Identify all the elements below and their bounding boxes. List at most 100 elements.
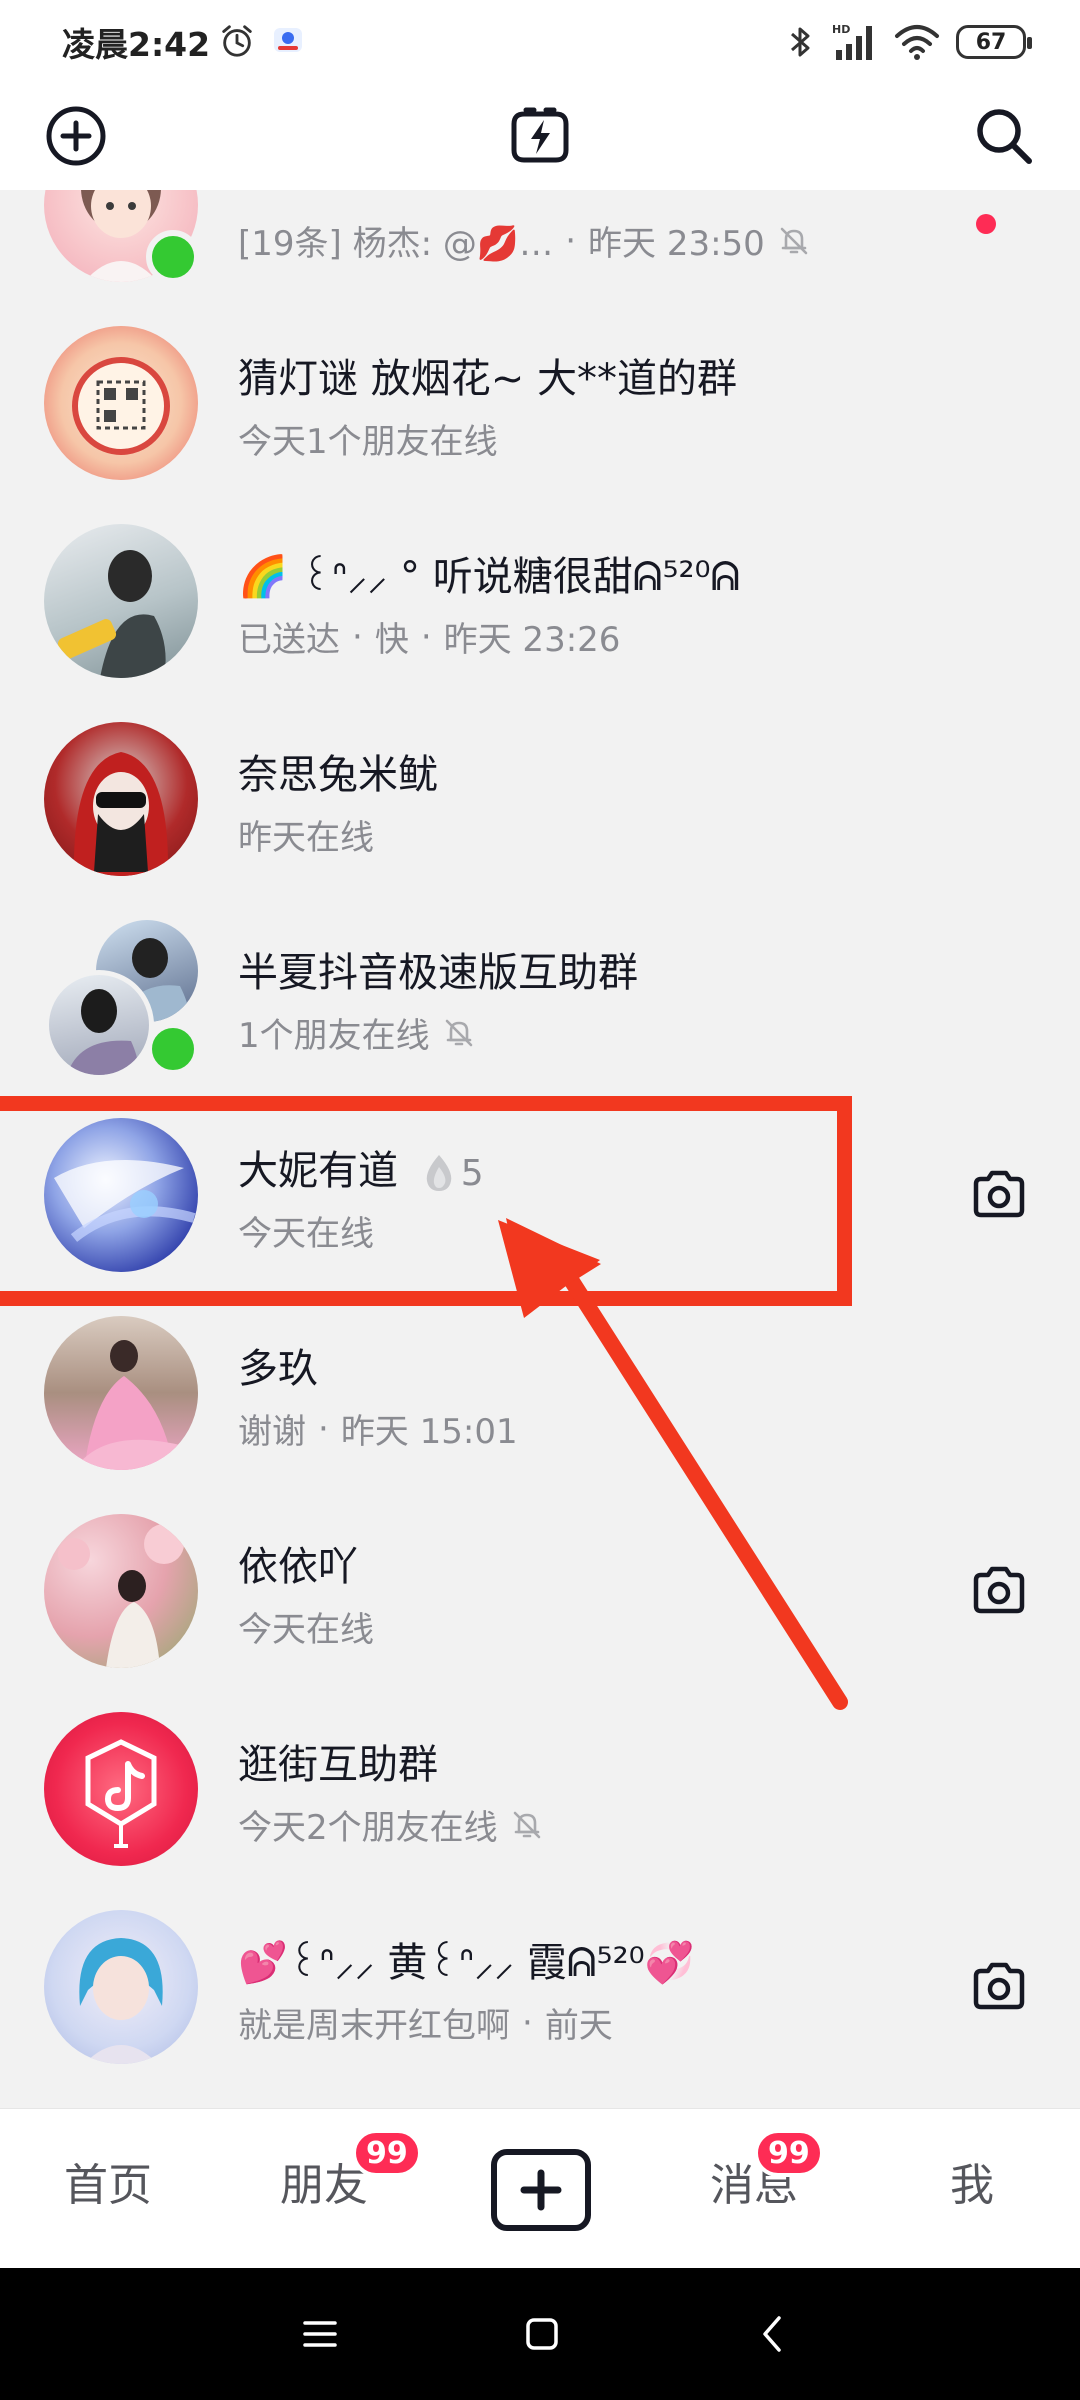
chat-name: 半夏抖音极速版互助群	[238, 950, 638, 996]
chat-row[interactable]: 💕꒰ᐢ⸝⸝ 黄꒰ᐢ⸝⸝ 霞ᕱ⁵²⁰💞 就是周末开红包啊 · 前天	[0, 1888, 1080, 2086]
status-bar: 凌晨2:42 HD 67	[0, 0, 1080, 84]
chat-time: 昨天 23:50	[588, 224, 765, 264]
chat-subtitle: 就是周末开红包啊 · 前天	[238, 1998, 613, 2047]
chat-name: 逛街互助群	[238, 1742, 438, 1788]
chat-preview: 今天1个朋友在线	[238, 422, 498, 462]
chat-row[interactable]	[0, 2086, 1080, 2108]
chat-status: 已送达	[238, 620, 340, 660]
tab-messages[interactable]: 消息 99	[710, 2129, 824, 2213]
chat-row[interactable]: 依依吖 今天在线	[0, 1492, 1080, 1690]
avatar	[44, 326, 198, 480]
spark-flame-icon	[426, 1155, 451, 1191]
create-button[interactable]	[491, 2149, 591, 2231]
douyin-group-avatar	[85, 1739, 157, 1848]
avatar-photo	[73, 752, 169, 876]
battery-indicator: 67	[956, 25, 1032, 59]
chat-name: 🌈 ꒰ᐢ⸝⸝ ° 听说糖很甜ᕱ⁵²⁰ᕱ	[238, 554, 741, 600]
spark-count: 5	[460, 1152, 484, 1194]
chat-list[interactable]: [19条] 杨杰: @💋… · 昨天 23:50 猜灯谜 放烟花~ 大**道的群…	[0, 190, 1080, 2108]
add-friend-button[interactable]	[36, 96, 116, 176]
status-indicators: HD 67	[786, 20, 1032, 64]
camera-icon[interactable]	[966, 1558, 1032, 1624]
mute-bell-icon	[445, 1019, 472, 1046]
online-indicator	[146, 1022, 200, 1076]
system-nav-bar	[0, 2268, 1080, 2400]
camera-icon[interactable]	[966, 1162, 1032, 1228]
avatar	[44, 1316, 198, 1470]
avatar-photo	[58, 1524, 184, 1668]
back-chevron-icon	[763, 2316, 781, 2352]
avatar-photo	[57, 550, 166, 678]
avatar	[44, 722, 198, 876]
chat-name: 依依吖	[238, 1544, 358, 1590]
chat-name: 猜灯谜 放烟花~ 大**道的群	[238, 356, 737, 402]
avatar	[44, 1118, 198, 1272]
avatar	[44, 1910, 198, 2064]
chat-subtitle: 1个朋友在线	[238, 1008, 476, 1057]
avatar-anime	[54, 1160, 196, 1242]
friends-badge: 99	[352, 2129, 422, 2177]
home-square-icon	[526, 2318, 558, 2350]
chat-preview: 今天2个朋友在线	[238, 1808, 498, 1848]
tab-me[interactable]: 我	[950, 2149, 994, 2213]
chat-name-text: 大妮有道	[238, 1148, 398, 1194]
chat-subtitle: 今天在线	[238, 1602, 374, 1651]
screen: 凌晨2:42 HD 67 [19条] 杨杰: @💋… · 昨天 23:50 猜灯…	[0, 0, 1080, 2400]
signal-icon: HD	[832, 23, 872, 60]
chat-row-highlighted[interactable]: 大妮有道 5 今天在线	[0, 1096, 1080, 1294]
bottom-tab-bar: 首页 朋友 99 消息 99 我	[0, 2108, 1080, 2268]
camera-icon[interactable]	[966, 1954, 1032, 2020]
chat-subtitle: 今天1个朋友在线	[238, 414, 498, 463]
tab-friends[interactable]: 朋友 99	[280, 2129, 422, 2213]
search-button[interactable]	[964, 96, 1044, 176]
group-avatar-primary	[44, 970, 154, 1080]
avatar-photo	[79, 1938, 163, 2064]
group-qr-avatar	[72, 357, 170, 455]
mute-bell-icon	[513, 1811, 540, 1838]
unread-dot	[976, 214, 996, 234]
chat-preview: [19条] 杨杰: @💋…	[238, 224, 554, 264]
chat-row[interactable]: 奈思兔米鱿 昨天在线	[0, 700, 1080, 898]
chat-time: 昨天 23:26	[443, 620, 621, 660]
plus-icon	[520, 2169, 562, 2211]
wifi-icon	[895, 25, 939, 60]
top-nav	[0, 84, 1080, 190]
status-time: 凌晨2:42	[62, 25, 211, 64]
tab-friends-label: 朋友	[280, 2160, 368, 2211]
chat-preview: 1个朋友在线	[238, 1016, 430, 1056]
flash-chat-button[interactable]	[500, 96, 580, 176]
chat-time: 昨天 15:01	[340, 1412, 518, 1452]
chat-subtitle: 今天2个朋友在线	[238, 1800, 544, 1849]
chat-row[interactable]: 逛街互助群 今天2个朋友在线	[0, 1690, 1080, 1888]
avatar	[44, 1514, 198, 1668]
mute-bell-icon	[780, 227, 808, 254]
chat-row[interactable]: 🌈 ꒰ᐢ⸝⸝ ° 听说糖很甜ᕱ⁵²⁰ᕱ 已送达 · 快 · 昨天 23:26	[0, 502, 1080, 700]
battery-level: 67	[975, 29, 1007, 55]
flash-chat-icon	[511, 107, 569, 163]
chat-preview: 快	[374, 620, 409, 660]
alarm-icon	[222, 25, 252, 57]
menu-icon	[303, 2321, 337, 2347]
spark-streak: 5	[423, 1153, 484, 1194]
chat-subtitle: [19条] 杨杰: @💋… · 昨天 23:50	[238, 216, 811, 265]
chat-preview: 就是周末开红包啊	[238, 2006, 510, 2046]
home-button[interactable]	[512, 2304, 572, 2364]
back-button[interactable]	[742, 2304, 802, 2364]
plus-circle-icon	[46, 106, 106, 166]
chat-name: 💕꒰ᐢ⸝⸝ 黄꒰ᐢ⸝⸝ 霞ᕱ⁵²⁰💞	[238, 1940, 695, 1986]
chat-preview: 今天在线	[238, 1610, 374, 1650]
chat-row[interactable]: 多玖 谢谢 · 昨天 15:01	[0, 1294, 1080, 1492]
chat-name: 奈思兔米鱿	[238, 752, 438, 798]
chat-row[interactable]: 猜灯谜 放烟花~ 大**道的群 今天1个朋友在线	[0, 304, 1080, 502]
app-notification-icon	[274, 28, 302, 52]
tab-home[interactable]: 首页	[64, 2149, 152, 2213]
chat-row[interactable]: [19条] 杨杰: @💋… · 昨天 23:50	[0, 190, 1080, 304]
chat-name: 多玖	[238, 1346, 318, 1392]
avatar	[44, 1712, 198, 1866]
menu-button[interactable]	[290, 2304, 350, 2364]
chat-preview: 昨天在线	[238, 818, 374, 858]
search-icon	[977, 109, 1032, 164]
chat-name: 大妮有道 5	[238, 1138, 484, 1196]
chat-row[interactable]: 半夏抖音极速版互助群 1个朋友在线	[0, 898, 1080, 1096]
messages-badge: 99	[754, 2129, 824, 2177]
